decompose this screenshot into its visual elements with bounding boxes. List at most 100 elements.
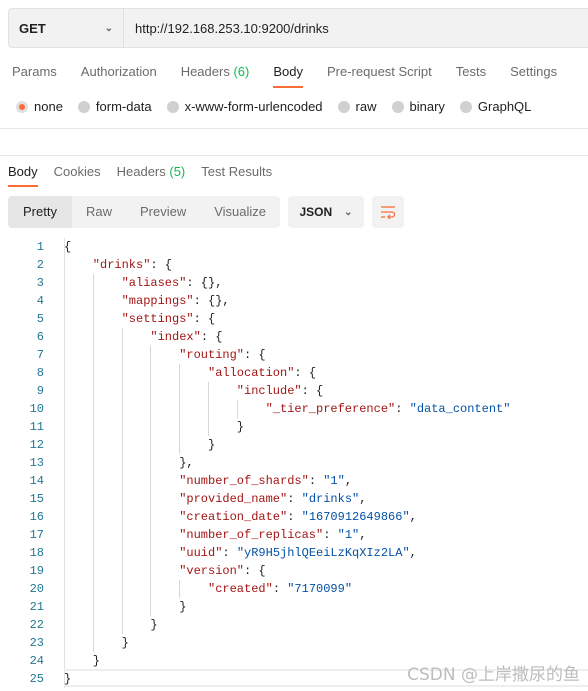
indent-guide — [92, 436, 94, 454]
json-value: "drinks" — [301, 492, 360, 506]
format-select[interactable]: JSON ⌄ — [288, 196, 365, 228]
view-mode-raw[interactable]: Raw — [72, 196, 126, 228]
radio-circle-icon — [166, 100, 179, 113]
tab-headers[interactable]: Headers (6) — [169, 62, 262, 88]
line-number: 7 — [36, 348, 44, 362]
json-key: "number_of_replicas" — [179, 528, 324, 542]
code-text: "drinks": { — [92, 258, 173, 272]
radio-x-www-form-urlencoded[interactable]: x-www-form-urlencoded — [166, 99, 323, 114]
indent-guide — [121, 382, 123, 400]
indent-guide — [150, 418, 152, 436]
indent-guide — [92, 598, 94, 616]
code-line: 7 "routing": { — [0, 346, 588, 364]
response-tab-body[interactable]: Body — [0, 162, 46, 187]
indent-guide — [92, 544, 94, 562]
line-number: 13 — [29, 456, 44, 470]
code-text: "routing": { — [179, 348, 266, 362]
code-text: "aliases": {}, — [121, 276, 223, 290]
radio-label: raw — [355, 99, 377, 114]
line-number: 17 — [29, 528, 44, 542]
tab-count: (6) — [233, 64, 250, 79]
line-number: 6 — [36, 330, 44, 344]
code-text: } — [236, 420, 244, 434]
code-line: 11} — [0, 418, 588, 436]
response-body-editor[interactable]: 1{2 "drinks": {3 "aliases": {}, 4 "mappings"… — [0, 238, 588, 688]
radio-label: x-www-form-urlencoded — [184, 99, 323, 114]
tab-settings[interactable]: Settings — [498, 62, 569, 88]
response-toolbar: Pretty Raw Preview Visualize JSON ⌄ — [8, 196, 405, 228]
response-tab-headers[interactable]: Headers (5) — [109, 162, 194, 187]
code-line: 12} — [0, 436, 588, 454]
indent-guide — [121, 562, 123, 580]
tab-authorization[interactable]: Authorization — [69, 62, 169, 88]
indent-guide — [92, 328, 94, 346]
tab-label: Cookies — [53, 164, 101, 179]
view-mode-visualize[interactable]: Visualize — [200, 196, 280, 228]
indent-guide — [150, 490, 152, 508]
code-text: "number_of_replicas": "1", — [179, 528, 367, 542]
code-line: 9 "include": { — [0, 382, 588, 400]
code-line: 15 "provided_name": "drinks", — [0, 490, 588, 508]
code-text: "settings": { — [121, 312, 216, 326]
indent-guide — [150, 364, 152, 382]
code-text: "_tier_preference": "data_content" — [265, 402, 511, 416]
tab-pre-request-script[interactable]: Pre-request Script — [315, 62, 444, 88]
tab-label: Pre-request Script — [326, 64, 432, 79]
code-line: 10 "_tier_preference": "data_content" — [0, 400, 588, 418]
line-number: 18 — [29, 546, 44, 560]
json-key: "include" — [236, 384, 302, 398]
indent-guide — [92, 310, 94, 328]
tab-body[interactable]: Body — [261, 62, 315, 88]
line-number: 11 — [29, 420, 44, 434]
tab-label: Settings — [510, 64, 558, 79]
body-type-radios: none form-data x-www-form-urlencoded raw bin… — [16, 99, 546, 114]
indent-guide — [150, 526, 152, 544]
indent-guide — [92, 508, 94, 526]
tab-label: Authorization — [80, 64, 157, 79]
tab-tests[interactable]: Tests — [444, 62, 498, 88]
response-tab-test-results[interactable]: Test Results — [193, 162, 280, 187]
indent-guide — [208, 400, 209, 418]
tab-label: Body — [273, 64, 303, 79]
indent-guide — [92, 346, 94, 364]
code-text: } — [150, 618, 158, 632]
json-value: "yR9H5jhlQEeiLzKqXIz2LA" — [236, 546, 410, 560]
indent-guide — [208, 382, 209, 400]
url-bar: GET ⌄ http://192.168.253.10:9200/drinks — [8, 8, 588, 48]
indent-guide — [92, 400, 94, 418]
radio-none[interactable]: none — [16, 99, 63, 114]
radio-binary[interactable]: binary — [391, 99, 445, 114]
radio-form-data[interactable]: form-data — [77, 99, 152, 114]
indent-guide — [179, 400, 181, 418]
radio-label: none — [34, 99, 63, 114]
json-key: "index" — [150, 330, 201, 344]
tab-params[interactable]: Params — [0, 62, 69, 88]
radio-raw[interactable]: raw — [337, 99, 377, 114]
radio-graphql[interactable]: GraphQL — [459, 99, 531, 114]
radio-label: binary — [409, 99, 445, 114]
indent-guide — [121, 418, 123, 436]
method-select[interactable]: GET ⌄ — [9, 9, 124, 47]
indent-guide — [208, 418, 209, 436]
code-text: "creation_date": "1670912649866", — [179, 510, 417, 524]
indent-guide — [92, 472, 94, 490]
code-line: 6 "index": { — [0, 328, 588, 346]
url-input[interactable]: http://192.168.253.10:9200/drinks — [124, 21, 329, 36]
indent-guide — [121, 616, 123, 634]
divider — [0, 128, 588, 129]
code-line: 23} — [0, 634, 588, 652]
wrap-lines-button[interactable] — [372, 196, 405, 228]
indent-guide — [92, 274, 94, 292]
indent-guide — [92, 580, 94, 598]
wrap-icon — [381, 206, 396, 219]
radio-circle-icon — [337, 100, 350, 113]
response-tab-cookies[interactable]: Cookies — [46, 162, 109, 187]
code-line: 20 "created": "7170099" — [0, 580, 588, 598]
code-text: "allocation": { — [208, 366, 317, 380]
view-mode-pretty[interactable]: Pretty — [8, 196, 72, 228]
radio-circle-icon — [16, 100, 28, 113]
json-key: "settings" — [121, 312, 194, 326]
view-mode-preview[interactable]: Preview — [126, 196, 200, 228]
indent-guide — [92, 364, 94, 382]
indent-guide — [150, 436, 152, 454]
